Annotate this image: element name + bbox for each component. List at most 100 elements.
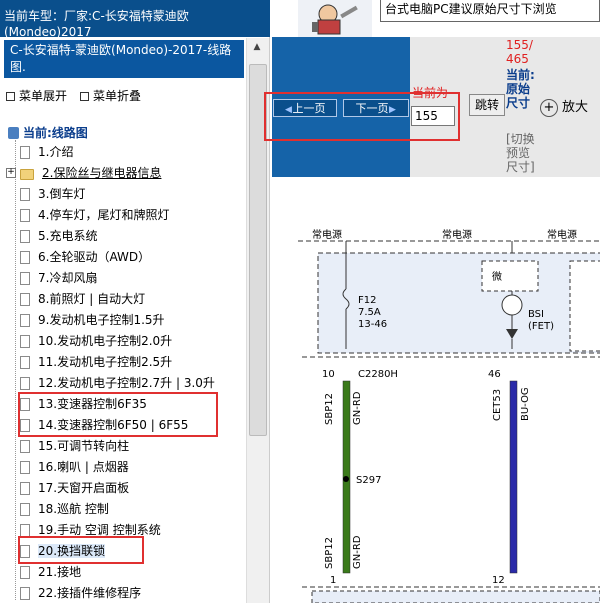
expand-toggle-icon[interactable]: + [6, 168, 16, 178]
blue-wire [509, 380, 518, 574]
page-icon [20, 566, 30, 579]
tree-item-label: 17.天窗开启面板 [38, 481, 130, 495]
zoom-in-button[interactable]: + 放大 [540, 96, 600, 120]
page-icon [20, 503, 30, 516]
current-model-line2: (Mondeo)2017 [4, 25, 92, 37]
tree-item-label: 11.发动机电子控制2.5升 [38, 355, 173, 369]
current-size-label: 当前: [506, 68, 535, 82]
tree-item-label: 8.前照灯 | 自动大灯 [38, 292, 146, 306]
tree-item-label: 18.巡航 控制 [38, 502, 109, 516]
original-size-text: 原始尺寸 [506, 82, 531, 110]
page-icon [20, 461, 30, 474]
wire-sbp12-label: SBP12 [324, 393, 335, 425]
tree-item-label: 4.停车灯，尾灯和牌照灯 [38, 208, 170, 222]
square-icon [6, 92, 15, 101]
fuse-amp-label: 7.5A [358, 307, 381, 318]
highlight-box [18, 536, 144, 564]
tree-guide-line [15, 140, 17, 600]
page-icon [20, 440, 30, 453]
tree-item-label: 16.喇叭 | 点烟器 [38, 460, 129, 474]
fet-label: (FET) [528, 321, 554, 332]
tree-item-3[interactable]: 3.倒车灯 [20, 184, 85, 204]
tree-item-1[interactable]: 1.介绍 [20, 142, 73, 162]
wire-gnrd-b-label: GN-RD [352, 535, 363, 569]
splice-label: S297 [356, 475, 381, 486]
page-icon [20, 272, 30, 285]
tree-item-16[interactable]: 16.喇叭 | 点烟器 [20, 457, 129, 477]
tree-item-8[interactable]: 8.前照灯 | 自动大灯 [20, 289, 145, 309]
expand-all-label: 菜单展开 [19, 89, 68, 103]
pin-46-label: 46 [488, 369, 501, 380]
tree-item-label: 1.介绍 [38, 145, 74, 159]
tree-item-12[interactable]: 12.发动机电子控制2.7升 | 3.0升 [20, 373, 215, 393]
expand-all-button[interactable]: 菜单展开 [6, 87, 67, 104]
tree-item-label: 21.接地 [38, 565, 82, 579]
splice-dot [343, 476, 349, 482]
folder-icon [20, 169, 34, 180]
switch-preview-link[interactable]: [切换预览尺寸] [506, 132, 540, 174]
page-icon [20, 146, 30, 159]
square-icon [80, 92, 89, 101]
wire-sbp12-b-label: SBP12 [324, 537, 335, 569]
fuse-pos-label: 13-46 [358, 319, 387, 330]
bsi-label: BSI [528, 309, 544, 320]
current-model-value: 厂家:C-长安福特蒙迪欧 [64, 9, 189, 23]
page-count: 155/ 465 [506, 38, 533, 66]
pin-1-label: 1 [330, 575, 336, 586]
size-indicator: 当前: 原始尺寸 [506, 68, 536, 110]
tree-item-6[interactable]: 6.全轮驱动（AWD） [20, 247, 150, 267]
fuse-label: F12 [358, 295, 376, 306]
wiring-diagram: 常电源 常电源 常电源 微 F12 7.5A 13-46 BSI (FET) 1… [272, 177, 600, 604]
page-count-bottom: 465 [506, 52, 529, 66]
pin-10-label: 10 [322, 369, 335, 380]
tree-item-label: 7.冷却风扇 [38, 271, 98, 285]
tree-item-9[interactable]: 9.发动机电子控制1.5升 [20, 310, 165, 330]
tree-root-label: 当前:线路图 [23, 126, 88, 140]
current-model-banner: 当前车型：厂家:C-长安福特蒙迪欧 (Mondeo)2017 [0, 0, 270, 37]
tree-root[interactable]: 当前:线路图 [8, 124, 88, 141]
browse-hint: 台式电脑PC建议原始尺寸下浏览 [380, 0, 600, 22]
page-icon [20, 293, 30, 306]
page-icon [20, 377, 30, 390]
tree-item-11[interactable]: 11.发动机电子控制2.5升 [20, 352, 172, 372]
bottom-module-box [311, 590, 600, 604]
scroll-up-icon[interactable]: ▲ [250, 40, 264, 54]
tree-item-4[interactable]: 4.停车灯，尾灯和牌照灯 [20, 205, 169, 225]
tree-item-label: 6.全轮驱动（AWD） [38, 250, 151, 264]
page-count-top: 155/ [506, 38, 533, 52]
tree-item-5[interactable]: 5.充电系统 [20, 226, 97, 246]
micro-box [481, 260, 539, 292]
book-icon [8, 127, 19, 139]
micro-label: 微 [492, 270, 502, 283]
fet-symbol [501, 294, 523, 316]
page-icon [20, 314, 30, 327]
page-icon [20, 587, 30, 600]
tree-item-2[interactable]: 2.保险丝与继电器信息 [20, 163, 161, 183]
tree-item-21[interactable]: 21.接地 [20, 562, 81, 582]
tree-item-17[interactable]: 17.天窗开启面板 [20, 478, 129, 498]
highlight-box [264, 92, 460, 141]
connector-label: C2280H [358, 369, 398, 380]
page-icon [20, 356, 30, 369]
mechanic-logo [298, 0, 372, 37]
tree-item-22[interactable]: 22.接插件维修程序 [20, 583, 141, 603]
jump-button[interactable]: 跳转 [469, 94, 505, 116]
tree-item-10[interactable]: 10.发动机电子控制2.0升 [20, 331, 172, 351]
tree-item-label: 9.发动机电子控制1.5升 [38, 313, 165, 327]
wire-buog-label: BU-OG [520, 387, 531, 421]
mechanic-icon [312, 4, 358, 35]
car-title: C-长安福特-蒙迪欧(Mondeo)-2017-线路图. [4, 40, 244, 78]
highlight-box [18, 392, 218, 437]
tree-item-15[interactable]: 15.可调节转向柱 [20, 436, 129, 456]
collapse-all-button[interactable]: 菜单折叠 [80, 87, 141, 104]
tree-item-label: 12.发动机电子控制2.7升 | 3.0升 [38, 376, 215, 390]
tree-item-7[interactable]: 7.冷却风扇 [20, 268, 97, 288]
page-icon [20, 335, 30, 348]
zoom-in-label: 放大 [562, 100, 589, 115]
tree-item-18[interactable]: 18.巡航 控制 [20, 499, 109, 519]
page-icon [20, 251, 30, 264]
pin-12-label: 12 [492, 575, 505, 586]
tree-item-label: 19.手动 空调 控制系统 [38, 523, 161, 537]
page-icon [20, 482, 30, 495]
tree-item-label: 22.接插件维修程序 [38, 586, 142, 600]
